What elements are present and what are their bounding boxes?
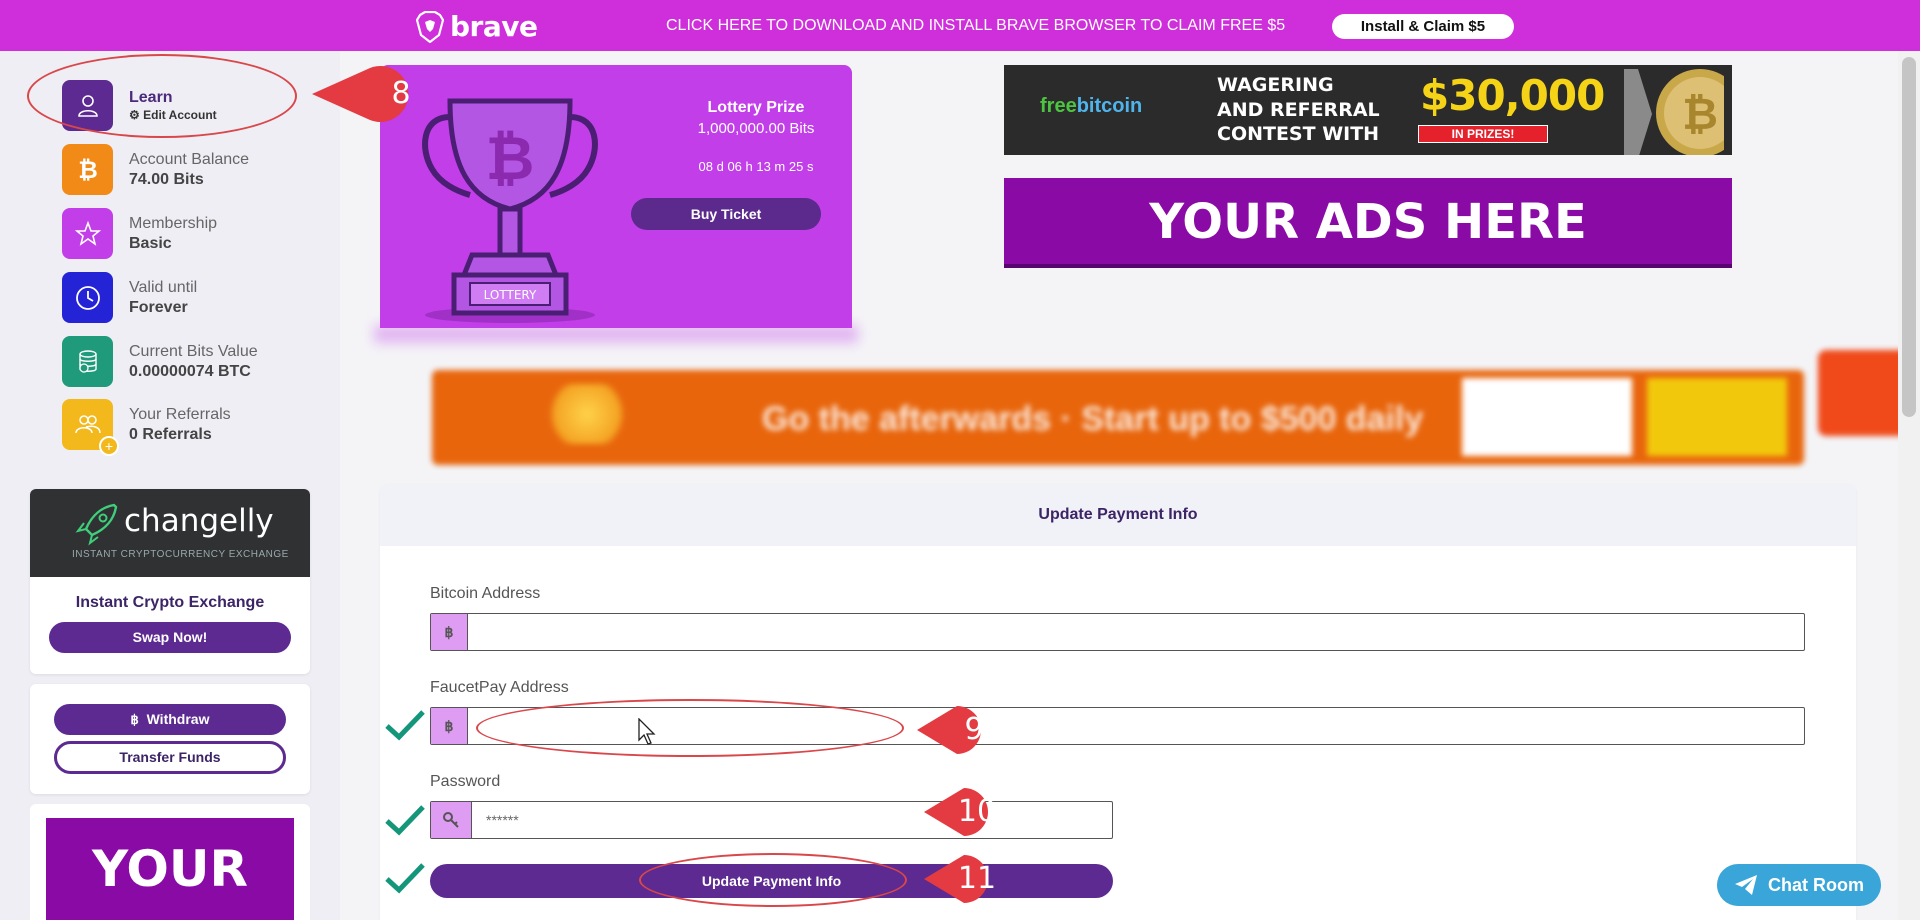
faucetpay-address-label: FaucetPay Address (430, 679, 569, 696)
brave-promo-bar[interactable]: brave CLICK HERE TO DOWNLOAD AND INSTALL… (0, 0, 1920, 51)
withdraw-label: Withdraw (146, 711, 210, 727)
contest-text: WAGERING AND REFERRAL CONTEST WITH (1217, 73, 1380, 147)
trophy-label: LOTTERY (484, 288, 537, 302)
faucetpay-addon-icon: ฿ (431, 708, 468, 744)
users-icon: + (62, 399, 119, 456)
logo-part-free: free (1040, 95, 1077, 117)
coins-icon (62, 336, 113, 387)
bitcoin-address-field[interactable]: ฿ (430, 613, 1805, 651)
valid-until-label: Valid until (129, 278, 198, 296)
bits-value-value: 0.00000074 BTC (129, 362, 251, 380)
svg-text:₿: ₿ (486, 124, 535, 194)
paper-plane-icon (1735, 875, 1757, 895)
lottery-title: Lottery Prize (707, 99, 805, 116)
bitcoin-addon-icon: ฿ (431, 614, 468, 650)
lottery-prize: 1,000,000.00 Bits (697, 120, 815, 137)
bitcoin-coin-icon: ₿ (1624, 69, 1724, 155)
referrals-label: Your Referrals (129, 405, 231, 423)
balance-value: 74.00 Bits (129, 170, 204, 188)
key-icon (431, 802, 472, 838)
bitcoin-address-input[interactable] (468, 614, 1804, 650)
sun-graphic (542, 384, 632, 444)
svg-text:₿: ₿ (78, 156, 98, 184)
promo-text[interactable]: CLICK HERE TO DOWNLOAD AND INSTALL BRAVE… (666, 17, 1285, 35)
chat-room-label: Chat Room (1768, 874, 1864, 895)
lottery-timer: 08 d 06 h 13 m 25 s (698, 159, 814, 174)
freebitcoin-ad-banner[interactable]: freebitcoin WAGERING AND REFERRAL CONTES… (1004, 65, 1732, 155)
svg-text:₿: ₿ (1682, 89, 1718, 140)
changelly-title: Instant Crypto Exchange (75, 594, 265, 611)
changelly-banner[interactable]: changelly INSTANT CRYPTOCURRENCY EXCHANG… (30, 489, 310, 577)
annotation-ellipse-faucetpay (476, 699, 904, 757)
annotation-ellipse-learn (27, 54, 297, 138)
withdraw-button[interactable]: ฿ Withdraw (54, 704, 286, 735)
changelly-tagline: INSTANT CRYPTOCURRENCY EXCHANGE (72, 549, 289, 560)
checkmark-icon (385, 805, 425, 836)
sidebar-ad-card[interactable]: YOUR (30, 804, 310, 920)
panel-title: Update Payment Info (380, 484, 1856, 546)
buy-ticket-button[interactable]: Buy Ticket (631, 198, 821, 230)
bits-value-label: Current Bits Value (129, 342, 258, 360)
star-icon (62, 208, 113, 259)
blurred-orange-ad[interactable]: Go the afterwards · Start up to $500 dai… (432, 370, 1804, 465)
orange-ad-text: Go the afterwards · Start up to $500 dai… (762, 400, 1424, 438)
annotation-number-8: 8 (391, 76, 411, 111)
rocket-icon (75, 503, 118, 546)
transfer-funds-button[interactable]: Transfer Funds (54, 741, 286, 774)
contest-line: WAGERING (1217, 74, 1334, 96)
annotation-number-9: 9 (964, 712, 984, 747)
changelly-wordmark: changelly (124, 503, 274, 539)
referrals-value: 0 Referrals (129, 425, 212, 443)
chat-room-button[interactable]: Chat Room (1717, 864, 1881, 906)
sidebar-item-bits-value: Current Bits Value 0.00000074 BTC (62, 336, 258, 387)
sidebar-item-membership: Membership Basic (62, 208, 217, 259)
orange-ad-yellow-box (1647, 378, 1787, 456)
freebitcoin-logo: freebitcoin (1040, 95, 1142, 118)
brave-logo[interactable]: brave (416, 10, 538, 43)
logo-part-bitcoin: bitcoin (1076, 95, 1143, 117)
bitcoin-address-label: Bitcoin Address (430, 585, 541, 602)
install-claim-button[interactable]: Install & Claim $5 (1332, 14, 1514, 39)
contest-line: CONTEST WITH (1217, 123, 1380, 146)
clock-icon (62, 272, 113, 323)
valid-until-value: Forever (129, 298, 188, 316)
changelly-ad-card[interactable]: changelly INSTANT CRYPTOCURRENCY EXCHANG… (30, 489, 310, 674)
your-ads-here-banner[interactable]: YOUR ADS HERE (1004, 178, 1732, 268)
annotation-number-11: 11 (957, 861, 997, 896)
scrollbar-thumb[interactable] (1902, 57, 1916, 417)
sidebar-item-valid-until: Valid until Forever (62, 272, 197, 323)
membership-label: Membership (129, 214, 218, 232)
brave-lion-icon (416, 10, 444, 43)
in-prizes-badge: IN PRIZES! (1418, 125, 1548, 143)
sidebar-ad-text[interactable]: YOUR (46, 818, 294, 920)
annotation-ellipse-update (639, 853, 907, 907)
annotation-number-10: 10 (957, 794, 997, 829)
membership-value: Basic (129, 234, 172, 252)
password-label: Password (430, 773, 501, 790)
contest-line: AND REFERRAL (1217, 98, 1380, 121)
checkmark-icon (385, 863, 425, 894)
brave-wordmark: brave (450, 10, 538, 43)
page-scrollbar[interactable] (1898, 51, 1920, 920)
prize-amount: $30,000 (1420, 71, 1605, 120)
swap-now-button[interactable]: Swap Now! (49, 622, 291, 653)
bitcoin-icon: ₿ (62, 144, 113, 195)
mouse-cursor-icon (638, 718, 656, 745)
sidebar-item-referrals[interactable]: + Your Referrals 0 Referrals (62, 399, 231, 456)
funds-actions-card: ฿ Withdraw Transfer Funds (30, 684, 310, 794)
sidebar-item-balance: ₿ Account Balance 74.00 Bits (62, 144, 249, 195)
balance-label: Account Balance (129, 150, 250, 168)
orange-ad-white-box (1462, 378, 1632, 456)
add-badge-icon: + (99, 436, 119, 456)
checkmark-icon (385, 710, 425, 741)
bitcoin-icon: ฿ (130, 712, 139, 727)
